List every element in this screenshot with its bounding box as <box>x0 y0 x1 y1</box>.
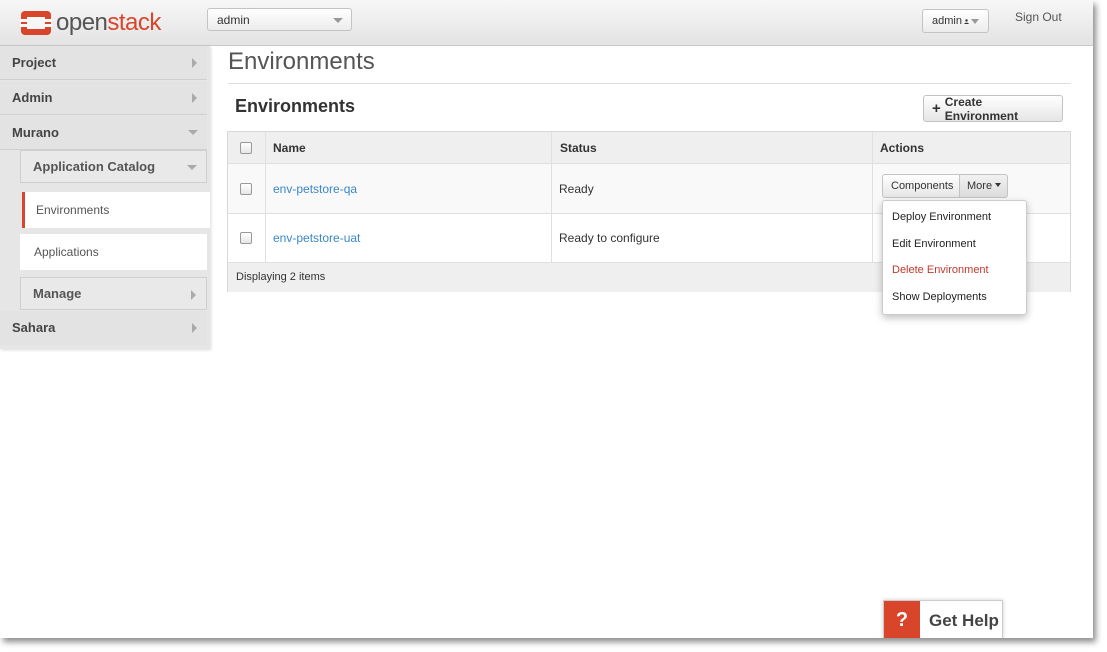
sidebar-section-project[interactable]: Project <box>0 46 207 80</box>
sidebar-section-admin[interactable]: Admin <box>0 81 207 115</box>
item-count: Displaying 2 items <box>236 271 326 283</box>
row-select-cell <box>240 164 252 213</box>
sidebar-group-manage[interactable]: Manage <box>20 277 207 310</box>
row-checkbox[interactable] <box>240 232 252 244</box>
user-icon <box>964 18 969 24</box>
sidebar-group-label: Manage <box>33 286 82 301</box>
get-help-button[interactable]: ? Get Help <box>883 600 1003 638</box>
logo-text-open: open <box>56 9 108 36</box>
user-menu-label: admin <box>932 15 962 27</box>
sidebar-section-sahara[interactable]: Sahara <box>0 311 207 345</box>
page-title: Environments <box>228 48 375 75</box>
column-header-actions: Actions <box>880 140 925 155</box>
create-environment-button[interactable]: + Create Environment <box>923 94 1063 123</box>
caret-down-icon <box>995 182 1002 187</box>
sidebar-item-label: Environments <box>36 203 110 217</box>
sign-out-link[interactable]: Sign Out <box>1015 10 1062 24</box>
plus-icon: + <box>932 99 941 117</box>
chevron-down-icon <box>971 18 979 24</box>
openstack-logo[interactable]: openstack <box>20 9 161 37</box>
column-header-name[interactable]: Name <box>273 132 306 163</box>
select-all-checkbox[interactable] <box>240 141 252 154</box>
logo-text: openstack <box>56 9 161 37</box>
sidebar-group-label: Application Catalog <box>33 159 156 174</box>
menu-item-delete-environment[interactable]: Delete Environment <box>883 258 1026 285</box>
chevron-right-icon <box>192 58 197 68</box>
sidebar-group-application-catalog[interactable]: Application Catalog <box>20 150 207 183</box>
app-window: openstack admin admin Sign Out Project A… <box>0 0 1093 638</box>
env-name-link[interactable]: env-petstore-uat <box>273 231 360 245</box>
chevron-right-icon <box>192 93 197 103</box>
column-divider <box>551 132 552 263</box>
chevron-right-icon <box>192 323 197 333</box>
chevron-down-icon <box>187 165 197 170</box>
row-select-cell <box>240 214 252 262</box>
sidebar: Project Admin Murano Application Catalog… <box>0 46 210 349</box>
chevron-down-icon <box>188 130 198 135</box>
table-title: Environments <box>235 96 356 116</box>
get-help-label: Get Help <box>929 611 999 630</box>
more-button-label: More <box>967 180 993 192</box>
sidebar-section-label: Project <box>12 55 57 70</box>
sidebar-item-applications[interactable]: Applications <box>20 234 207 270</box>
menu-item-show-deployments[interactable]: Show Deployments <box>883 285 1026 312</box>
title-divider <box>228 83 1071 84</box>
sidebar-section-label: Sahara <box>12 320 56 335</box>
chevron-down-icon <box>333 18 343 23</box>
sidebar-section-murano[interactable]: Murano <box>0 116 207 150</box>
table-header-row: Name Status Actions <box>228 132 1070 164</box>
env-name-link[interactable]: env-petstore-qa <box>273 182 357 196</box>
create-environment-label: Create Environment <box>944 94 1019 123</box>
menu-item-edit-environment[interactable]: Edit Environment <box>883 232 1026 259</box>
components-button[interactable]: Components <box>882 174 960 198</box>
project-select[interactable]: admin <box>207 8 352 31</box>
sidebar-section-label: Murano <box>12 125 59 140</box>
logo-text-stack: stack <box>107 9 161 36</box>
env-status-cell: Ready to configure <box>559 231 660 245</box>
sidebar-item-label: Applications <box>34 245 99 259</box>
more-actions-menu: Deploy Environment Edit Environment Dele… <box>882 200 1027 315</box>
column-divider <box>265 132 266 263</box>
env-name-cell: env-petstore-qa <box>273 164 357 213</box>
menu-item-deploy-environment[interactable]: Deploy Environment <box>883 205 1026 232</box>
select-all-cell <box>240 132 252 163</box>
chevron-right-icon <box>191 290 196 300</box>
top-bar: openstack admin admin Sign Out <box>0 0 1093 46</box>
env-name-cell: env-petstore-uat <box>273 214 360 262</box>
column-header-status[interactable]: Status <box>560 132 597 163</box>
env-status-cell: Ready <box>559 181 594 196</box>
row-checkbox[interactable] <box>240 182 252 195</box>
user-menu[interactable]: admin <box>922 9 989 33</box>
openstack-logo-icon <box>20 10 52 36</box>
row-actions: Components More <box>882 174 1008 198</box>
project-select-value: admin <box>217 13 250 27</box>
sidebar-item-environments[interactable]: Environments <box>22 192 210 228</box>
column-divider <box>872 132 873 263</box>
sidebar-section-label: Admin <box>12 90 53 105</box>
more-button[interactable]: More <box>960 174 1008 198</box>
help-icon: ? <box>884 601 920 638</box>
